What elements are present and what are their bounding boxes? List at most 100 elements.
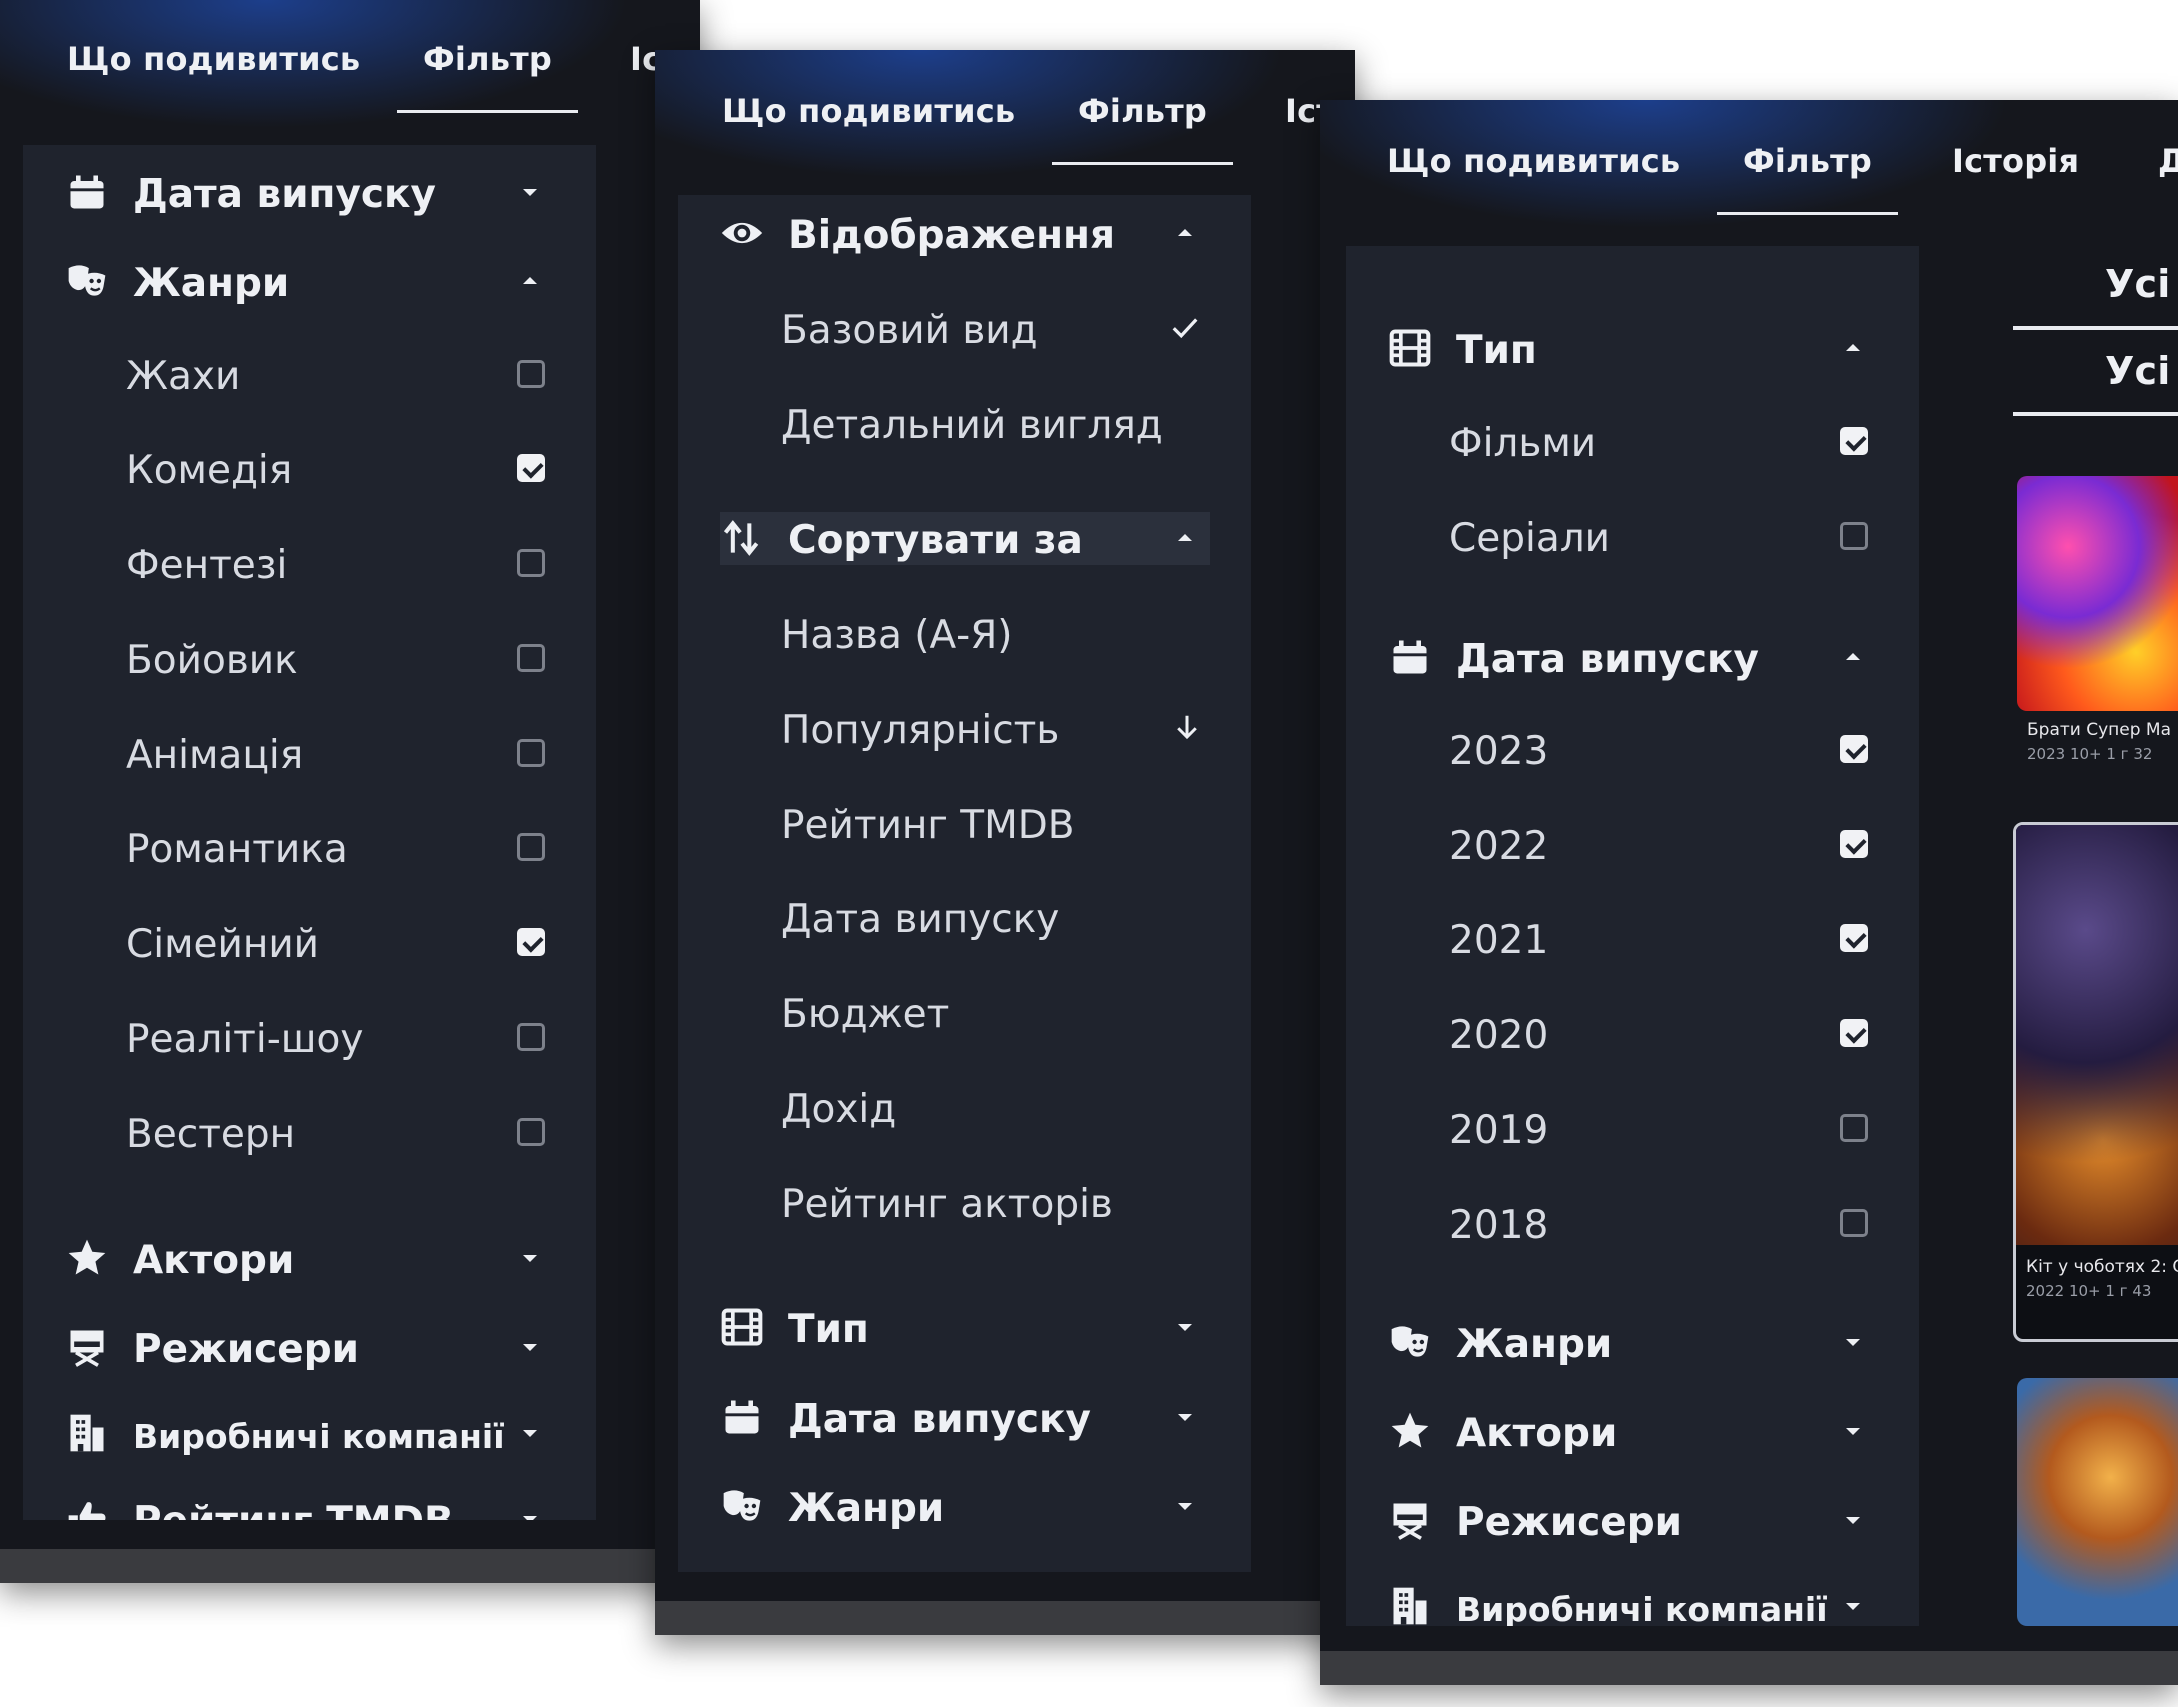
tab-more[interactable]: Д (2158, 142, 2178, 180)
section-actors[interactable]: Актори (23, 1228, 596, 1288)
section-genres[interactable]: Жанри (1346, 1312, 1919, 1372)
checkbox[interactable] (517, 549, 545, 577)
dropdown-all-2[interactable]: Усі (2105, 349, 2170, 393)
checkbox[interactable] (517, 833, 545, 861)
year-option-2023[interactable]: 2023 (1346, 719, 1919, 779)
genre-item-horror[interactable]: Жахи (23, 344, 596, 404)
checkbox-checked[interactable] (1840, 1019, 1868, 1047)
section-type[interactable]: Тип (678, 1297, 1251, 1357)
sort-option-budget[interactable]: Бюджет (678, 982, 1251, 1042)
sort-option-popularity[interactable]: Популярність (678, 698, 1251, 758)
movie-title: Брати Супер Ма (2027, 720, 2172, 740)
genre-item-action[interactable]: Бойовик (23, 628, 596, 688)
filter-window-genres: Що подивитись Фільтр Історія Дата випуск… (0, 0, 700, 1583)
section-label: Режисери (133, 1327, 359, 1372)
checkbox[interactable] (517, 739, 545, 767)
year-option-2020[interactable]: 2020 (1346, 1003, 1919, 1063)
director-chair-icon (1393, 1503, 1427, 1540)
section-type[interactable]: Тип (1346, 318, 1919, 378)
section-tmdb-rating[interactable]: Рейтинг TMDB (23, 1489, 596, 1520)
dropdown-all-1[interactable]: Усі (2105, 262, 2170, 306)
section-label: Виробничі компанії (133, 1417, 505, 1456)
checkbox[interactable] (1840, 1209, 1868, 1237)
star-icon (1391, 1412, 1429, 1448)
movie-card-selected[interactable]: Кіт у чоботях 2: О 2022 10+ 1 г 43 (2013, 822, 2178, 1342)
calendar-icon (1393, 640, 1427, 674)
section-label: Тип (1456, 328, 1537, 373)
movie-poster[interactable] (2017, 476, 2178, 711)
section-genres[interactable]: Жанри (23, 251, 596, 311)
section-production-companies[interactable]: Виробничі компанії (23, 1403, 596, 1463)
year-option-2022[interactable]: 2022 (1346, 814, 1919, 874)
chevron-down-icon (523, 1344, 537, 1351)
section-directors[interactable]: Режисери (1346, 1490, 1919, 1550)
section-release-date[interactable]: Дата випуску (678, 1387, 1251, 1447)
window-bottom-bar (655, 1601, 1355, 1635)
movie-poster (2016, 825, 2178, 1245)
section-production-companies[interactable]: Виробничі компанії (1346, 1576, 1919, 1626)
year-option-2018[interactable]: 2018 (1346, 1193, 1919, 1253)
calendar-icon (725, 1400, 759, 1434)
tab-filter[interactable]: Фільтр (396, 40, 579, 113)
checkbox-checked[interactable] (517, 454, 545, 482)
genre-item-romance[interactable]: Романтика (23, 817, 596, 877)
section-directors[interactable]: Режисери (23, 1317, 596, 1377)
top-nav: Що подивитись Фільтр Історія (0, 0, 700, 118)
checkbox[interactable] (1840, 522, 1868, 550)
sort-option-actor-rating[interactable]: Рейтинг акторів (678, 1172, 1251, 1232)
genre-item-family[interactable]: Сімейний (23, 912, 596, 972)
chevron-down-icon (1178, 1324, 1192, 1331)
sort-option-revenue[interactable]: Дохід (678, 1077, 1251, 1137)
year-option-2021[interactable]: 2021 (1346, 908, 1919, 968)
movie-poster[interactable] (2017, 1378, 2178, 1626)
tab-history[interactable]: Історія (1952, 142, 2079, 180)
chevron-down-icon (523, 189, 537, 196)
checkbox-checked[interactable] (1840, 735, 1868, 763)
section-label: Дата випуску (788, 1397, 1091, 1442)
display-option-basic[interactable]: Базовий вид (678, 298, 1251, 358)
genre-item-reality[interactable]: Реаліті-шоу (23, 1007, 596, 1067)
tab-filter[interactable]: Фільтр (1051, 92, 1234, 165)
checkbox[interactable] (517, 1118, 545, 1146)
chevron-down-icon (1846, 1517, 1860, 1524)
chevron-down-icon (1178, 1503, 1192, 1510)
tab-what-to-watch[interactable]: Що подивитись (722, 92, 1015, 130)
type-option-movies[interactable]: Фільми (1346, 411, 1919, 471)
year-option-2019[interactable]: 2019 (1346, 1098, 1919, 1158)
genre-item-western[interactable]: Вестерн (23, 1102, 596, 1162)
genre-item-animation[interactable]: Анімація (23, 723, 596, 783)
section-label: Жанри (133, 261, 290, 306)
checkbox[interactable] (517, 1023, 545, 1051)
genre-item-comedy[interactable]: Комедія (23, 438, 596, 498)
tab-what-to-watch[interactable]: Що подивитись (67, 40, 360, 78)
section-sort-by[interactable]: Сортувати за (678, 508, 1251, 568)
checkbox-checked[interactable] (1840, 427, 1868, 455)
checkbox-checked[interactable] (1840, 830, 1868, 858)
checkbox-checked[interactable] (517, 928, 545, 956)
section-actors[interactable]: Актори (1346, 1401, 1919, 1461)
sort-option-tmdb-rating[interactable]: Рейтинг TMDB (678, 793, 1251, 853)
tab-what-to-watch[interactable]: Що подивитись (1387, 142, 1680, 180)
display-option-detailed[interactable]: Детальний вигляд (678, 393, 1251, 453)
chevron-down-icon (1846, 1603, 1860, 1610)
type-option-series[interactable]: Серіали (1346, 506, 1919, 566)
star-icon (68, 1239, 106, 1275)
checkbox[interactable] (517, 360, 545, 388)
sort-arrows-icon (723, 520, 759, 556)
section-release-date[interactable]: Дата випуску (1346, 627, 1919, 687)
chevron-down-icon (523, 1516, 537, 1520)
sort-option-release-date[interactable]: Дата випуску (678, 887, 1251, 947)
chevron-down-icon (523, 1255, 537, 1262)
building-icon (70, 1414, 104, 1452)
genre-item-fantasy[interactable]: Фентезі (23, 533, 596, 593)
section-display[interactable]: Відображення (678, 203, 1251, 263)
section-release-date[interactable]: Дата випуску (23, 162, 596, 222)
checkbox-checked[interactable] (1840, 924, 1868, 952)
checkbox[interactable] (1840, 1114, 1868, 1142)
sort-option-name[interactable]: Назва (А-Я) (678, 603, 1251, 663)
section-genres[interactable]: Жанри (678, 1476, 1251, 1536)
tab-filter[interactable]: Фільтр (1716, 142, 1899, 215)
chevron-up-icon (523, 277, 537, 284)
checkbox[interactable] (517, 644, 545, 672)
dropdown-underline (2013, 326, 2178, 330)
